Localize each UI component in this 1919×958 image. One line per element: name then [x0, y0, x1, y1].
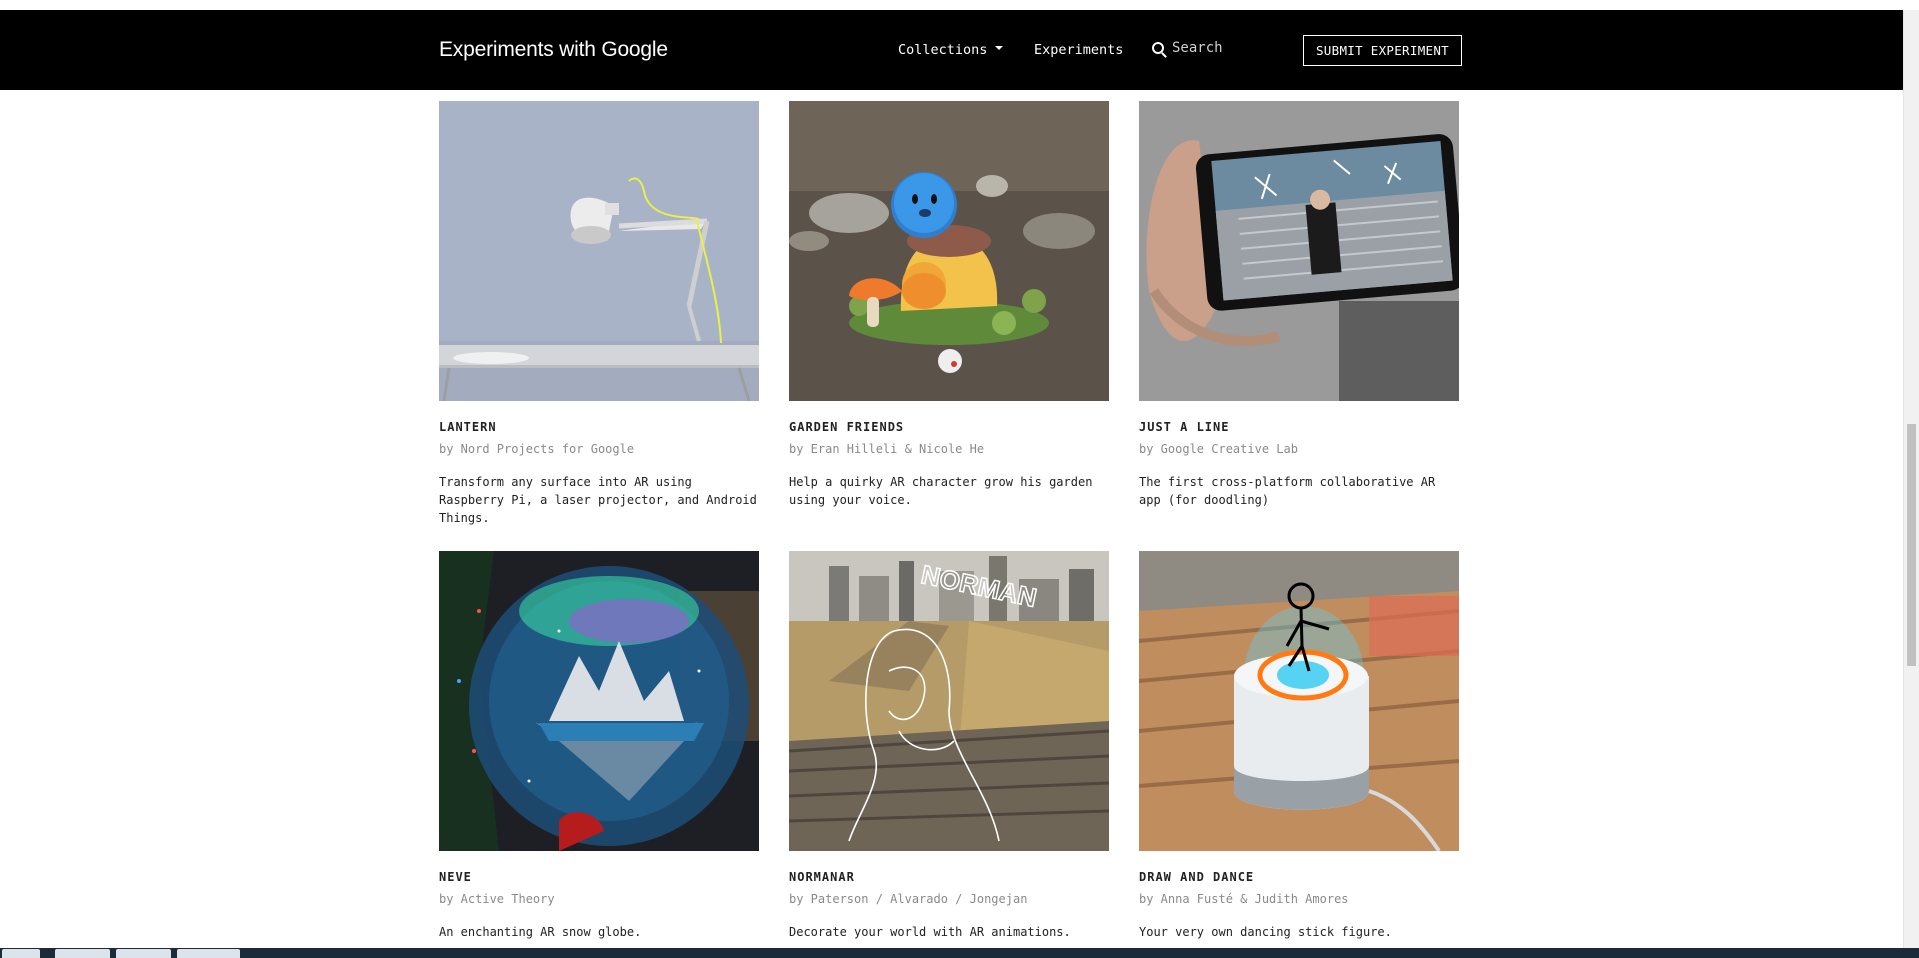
card-title[interactable]: NEVE	[439, 870, 759, 884]
scrollbar-thumb[interactable]	[1907, 424, 1916, 666]
card-image-neve[interactable]	[439, 551, 759, 851]
nav-experiments[interactable]: Experiments	[1034, 42, 1123, 58]
card-description: Decorate your world with AR animations.	[789, 925, 1071, 939]
card-author: by Google Creative Lab	[1139, 442, 1298, 456]
submit-experiment-button[interactable]: SUBMIT EXPERIMENT	[1303, 35, 1462, 66]
page-scrollbar[interactable]	[1903, 10, 1919, 948]
taskbar-button[interactable]	[116, 949, 171, 958]
card-author: by Eran Hilleli & Nicole He	[789, 442, 985, 456]
os-taskbar	[0, 948, 1919, 958]
card-title[interactable]: LANTERN	[439, 420, 759, 434]
card-image-draw-and-dance[interactable]	[1139, 551, 1459, 851]
card-description: Transform any surface into AR using Rasp…	[439, 475, 757, 525]
card-author: by Active Theory	[439, 892, 555, 906]
card-title[interactable]: NORMANAR	[789, 870, 1109, 884]
card-title[interactable]: GARDEN FRIENDS	[789, 420, 1109, 434]
card-description: Help a quirky AR character grow his gard…	[789, 475, 1093, 507]
card-author: by Nord Projects for Google	[439, 442, 635, 456]
caret-down-icon	[995, 46, 1004, 50]
experiment-card-lantern[interactable]: LANTERN by Nord Projects for Google Tran…	[439, 101, 759, 527]
taskbar-button[interactable]	[55, 949, 110, 958]
experiment-card-draw-and-dance[interactable]: DRAW AND DANCE by Anna Fusté & Judith Am…	[1139, 551, 1459, 941]
card-author: by Paterson / Alvarado / Jongejan	[789, 892, 1028, 906]
experiment-card-neve[interactable]: NEVE by Active Theory An enchanting AR s…	[439, 551, 759, 941]
experiment-card-normanar[interactable]: NORMAN NORMANAR by Paterson / Alvarado /…	[789, 551, 1109, 941]
taskbar-button[interactable]	[2, 949, 40, 958]
card-image-normanar[interactable]: NORMAN	[789, 551, 1109, 851]
nav-collections[interactable]: Collections	[898, 42, 1004, 58]
card-title[interactable]: JUST A LINE	[1139, 420, 1459, 434]
card-image-just-a-line[interactable]	[1139, 101, 1459, 401]
experiment-card-garden-friends[interactable]: GARDEN FRIENDS by Eran Hilleli & Nicole …	[789, 101, 1109, 509]
nav-collections-label: Collections	[898, 42, 988, 58]
card-author: by Anna Fusté & Judith Amores	[1139, 892, 1349, 906]
search-label: Search	[1172, 40, 1223, 56]
taskbar-button[interactable]	[177, 949, 240, 958]
card-description: The first cross-platform collaborative A…	[1139, 475, 1436, 507]
site-header: Experiments with Google Collections Expe…	[0, 10, 1903, 90]
experiment-card-just-a-line[interactable]: JUST A LINE by Google Creative Lab The f…	[1139, 101, 1459, 509]
search-button[interactable]: Search	[1152, 40, 1223, 56]
card-image-lantern[interactable]	[439, 101, 759, 401]
card-description: Your very own dancing stick figure.	[1139, 925, 1392, 939]
card-description: An enchanting AR snow globe.	[439, 925, 642, 939]
card-image-garden-friends[interactable]	[789, 101, 1109, 401]
site-logo[interactable]: Experiments with Google	[439, 38, 668, 62]
card-title[interactable]: DRAW AND DANCE	[1139, 870, 1459, 884]
search-icon	[1152, 42, 1164, 54]
